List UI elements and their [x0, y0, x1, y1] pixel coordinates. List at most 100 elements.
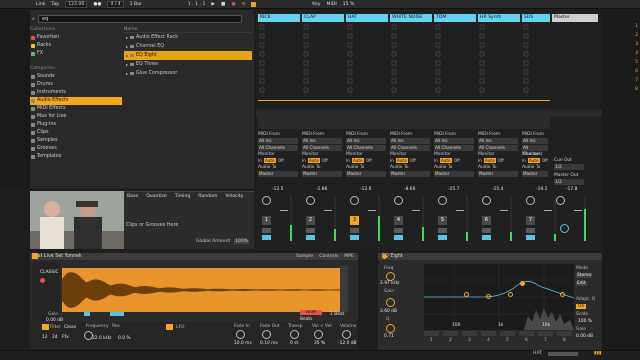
eq-band-filter-select[interactable] [424, 331, 439, 336]
track-level[interactable]: -12.0 [360, 187, 371, 192]
eq-band-dot[interactable] [464, 292, 469, 297]
eq-band-dot[interactable] [486, 294, 491, 299]
clip-slot-stop-icon[interactable] [479, 78, 485, 84]
eq-band-number[interactable]: 7 [544, 338, 547, 343]
eq-gain-knob[interactable] [386, 298, 395, 307]
track-level[interactable]: -15.4 [492, 187, 503, 192]
stop-all-row[interactable] [258, 100, 550, 106]
midi-map-button[interactable]: MIDI [327, 2, 337, 7]
track-header-hat[interactable]: HAT [346, 14, 388, 22]
clip-slot-stop-icon[interactable] [303, 87, 309, 93]
clip-slot-stop-icon[interactable] [523, 60, 529, 66]
clip-slot-stop-icon[interactable] [523, 33, 529, 39]
sidebar-item-favoriten[interactable]: Favoriten [30, 34, 122, 42]
arm-button[interactable] [306, 235, 315, 240]
list-item[interactable]: ▸ EQ Eight [124, 51, 252, 60]
scene-number[interactable]: 4 [635, 51, 638, 56]
monitor-auto[interactable]: Auto [483, 158, 496, 163]
eq-q-knob[interactable] [386, 324, 395, 333]
solo-button[interactable] [438, 228, 447, 233]
clip-slot-stop-icon[interactable] [347, 33, 353, 39]
clip-slot-stop-icon[interactable] [391, 24, 397, 30]
clip-slot-stop-icon[interactable] [435, 60, 441, 66]
fader-handle[interactable] [368, 210, 376, 211]
midi-from-select[interactable]: All Ins [302, 138, 342, 144]
clip-slot-stop-icon[interactable] [479, 87, 485, 93]
midi-from-select[interactable]: All Ins [522, 138, 548, 144]
eq-band-filter-select[interactable] [500, 331, 515, 336]
monitor-in[interactable]: In [302, 158, 306, 163]
track-activator[interactable]: 3 [350, 216, 359, 225]
list-item[interactable]: ▸ Audio Effect Rack [124, 33, 252, 42]
solo-button[interactable] [482, 228, 491, 233]
clip-slot-stop-icon[interactable] [303, 60, 309, 66]
tab-controls[interactable]: Controls [319, 254, 338, 259]
eq-freq-value[interactable]: 2.97 kHz [380, 281, 399, 286]
clip-color-icon[interactable] [32, 253, 38, 259]
scene-number[interactable]: 6 [635, 69, 638, 74]
sidebar-item-grooves[interactable]: Grooves [30, 145, 122, 153]
monitor-off[interactable]: Off [366, 158, 372, 163]
eq-band-number[interactable]: 3 [468, 338, 471, 343]
clip-slot-stop-icon[interactable] [523, 51, 529, 57]
eq-band-number[interactable]: 5 [506, 338, 509, 343]
volume-knob[interactable] [342, 330, 351, 339]
midi-from-select[interactable]: All Ins [478, 138, 518, 144]
fader-handle[interactable] [500, 210, 508, 211]
audio-to-select[interactable]: Master [302, 171, 342, 177]
clip-slot-stop-icon[interactable] [303, 51, 309, 57]
master-out-select[interactable]: 1/2 [554, 179, 584, 185]
clip-slot-stop-icon[interactable] [435, 69, 441, 75]
pan-knob[interactable] [394, 196, 403, 205]
solo-button[interactable] [526, 228, 535, 233]
eq-edit-button[interactable]: Edit [576, 281, 587, 286]
pan-knob[interactable] [438, 196, 447, 205]
eq-band-filter-select[interactable] [519, 331, 534, 336]
clip-slot-stop-icon[interactable] [479, 69, 485, 75]
clip-slot-stop-icon[interactable] [347, 24, 353, 30]
clip-slot-stop-icon[interactable] [347, 42, 353, 48]
clip-slot-stop-icon[interactable] [347, 69, 353, 75]
clip-slot-stop-icon[interactable] [391, 78, 397, 84]
freq-value[interactable]: 22.0 kHz [92, 336, 111, 341]
eq-band-filter-select[interactable] [481, 331, 496, 336]
clip-slot-stop-icon[interactable] [259, 51, 265, 57]
play-icon[interactable]: ▶ [211, 2, 215, 7]
clip-slot-stop-icon[interactable] [435, 24, 441, 30]
clip-slot-stop-icon[interactable] [435, 42, 441, 48]
vel-knob[interactable] [314, 330, 323, 339]
zoom-strip[interactable] [340, 266, 348, 312]
eq-band-dot[interactable] [508, 292, 513, 297]
metronome-icon[interactable]: ●● [93, 2, 101, 7]
clip-slot-stop-icon[interactable] [347, 87, 353, 93]
eq-band-number[interactable]: 4 [487, 338, 490, 343]
warp-button[interactable]: WARP [300, 310, 322, 315]
eq-q-value[interactable]: 0.71 [384, 334, 394, 339]
arm-button[interactable] [438, 235, 447, 240]
clip-slot-stop-icon[interactable] [259, 69, 265, 75]
cue-out-select[interactable]: 1/2 [554, 164, 584, 170]
sidebar-item-templates[interactable]: Templates [30, 153, 122, 161]
browser-search-input[interactable]: eq [38, 15, 242, 23]
warp-marker[interactable] [84, 312, 90, 316]
monitor-in[interactable]: In [478, 158, 482, 163]
warp-marker[interactable] [110, 312, 124, 316]
pan-knob[interactable] [526, 196, 535, 205]
pan-knob[interactable] [482, 196, 491, 205]
solo-button[interactable] [350, 228, 359, 233]
list-item[interactable]: ▸ Channel EQ [124, 42, 252, 51]
monitor-off[interactable]: Off [410, 158, 416, 163]
monitor-off[interactable]: Off [498, 158, 504, 163]
session-record-icon[interactable] [251, 1, 257, 7]
monitor-in[interactable]: In [434, 158, 438, 163]
clip-slot-stop-icon[interactable] [391, 60, 397, 66]
tab-mpe[interactable]: MPE [344, 254, 354, 259]
eq-band-filter-select[interactable] [443, 331, 458, 336]
clip-slot-stop-icon[interactable] [479, 24, 485, 30]
monitor-in[interactable]: In [390, 158, 394, 163]
eq-band-number[interactable]: 1 [430, 338, 433, 343]
fader-handle[interactable] [574, 210, 582, 211]
solo-button[interactable] [394, 228, 403, 233]
track-header-sus[interactable]: SUS [522, 14, 550, 22]
waveform-display[interactable] [62, 268, 340, 312]
